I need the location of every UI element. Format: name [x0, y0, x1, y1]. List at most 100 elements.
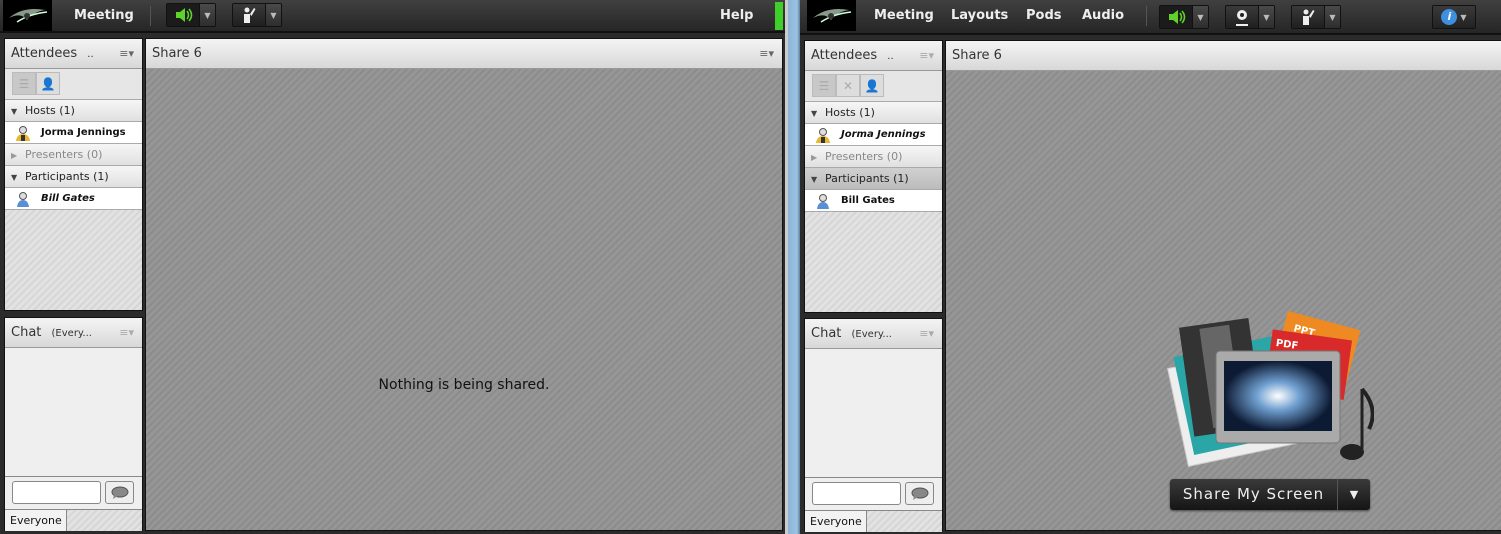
menu-pods[interactable]: Pods [1026, 0, 1062, 31]
attendee-row[interactable]: Bill Gates [805, 190, 942, 212]
raise-hand-icon[interactable] [233, 4, 265, 26]
pod-menu-icon[interactable]: ≡▾ [919, 41, 934, 70]
detail-view-icon[interactable]: 👤 [860, 74, 884, 97]
chat-messages [5, 349, 142, 477]
chevron-down-icon[interactable]: ▼ [1338, 479, 1370, 510]
pod-title: Attendees [811, 48, 878, 63]
share-my-screen-label[interactable]: Share My Screen [1170, 479, 1338, 510]
app-logo [3, 0, 52, 31]
chat-messages [805, 350, 942, 478]
section-label: Presenters (0) [825, 150, 903, 163]
expand-view-icon[interactable]: ✕ [836, 74, 860, 97]
collapse-triangle-icon: ▶ [11, 151, 18, 160]
app-logo [807, 0, 856, 31]
attendee-row[interactable]: Jorma Jennings [5, 122, 142, 144]
raise-hand-icon[interactable] [1292, 6, 1324, 28]
section-hosts[interactable]: ▼ Hosts (1) [5, 100, 142, 122]
webcam-button[interactable]: ▼ [1225, 5, 1275, 29]
speaker-button[interactable]: ▼ [166, 3, 216, 27]
expand-triangle-icon: ▼ [811, 175, 818, 184]
view-toggle-bar: ☰ ✕ 👤 [805, 71, 942, 102]
section-hosts[interactable]: ▼ Hosts (1) [805, 102, 942, 124]
chevron-down-icon[interactable]: ▼ [265, 4, 281, 26]
pod-header: Share 6 ≡▾ [146, 39, 782, 69]
host-icon [15, 125, 31, 141]
detail-view-icon[interactable]: 👤 [36, 72, 60, 95]
chevron-down-icon[interactable]: ▼ [1192, 6, 1208, 28]
speaker-button[interactable]: ▼ [1159, 5, 1209, 29]
chat-tab-bar [67, 509, 142, 531]
chat-scope: (Every... [51, 328, 92, 339]
section-label: Hosts (1) [25, 104, 75, 117]
chat-pod: Chat (Every... ≡▾ Everyone [804, 318, 943, 532]
pod-title: Chat [11, 325, 42, 340]
top-menu-bar: Meeting Layouts Pods Audio ▼ ▼ ▼ i ▼ [800, 0, 1501, 35]
participant-icon [15, 191, 31, 207]
top-menu-bar: Meeting ▼ ▼ Help [0, 0, 785, 33]
view-toggle-bar: ☰ 👤 [5, 69, 142, 100]
share-my-screen-button[interactable]: Share My Screen ▼ [1170, 479, 1370, 510]
attendee-list-empty [805, 212, 942, 312]
menu-layouts[interactable]: Layouts [951, 0, 1008, 31]
pod-header: Attendees .. ≡▾ [5, 39, 142, 69]
section-label: Participants (1) [825, 172, 909, 185]
speaker-on-icon[interactable] [167, 4, 199, 26]
menu-help[interactable]: Help [720, 0, 753, 31]
section-presenters[interactable]: ▶ Presenters (0) [5, 144, 142, 166]
chat-input[interactable] [12, 481, 101, 504]
send-message-button[interactable] [905, 482, 934, 505]
pod-header: Chat (Every... ≡▾ [5, 318, 142, 348]
section-participants[interactable]: ▼ Participants (1) [5, 166, 142, 188]
pod-header: Attendees .. ≡▾ [805, 41, 942, 71]
chat-tab-everyone[interactable]: Everyone [5, 509, 67, 531]
chevron-down-icon[interactable]: ▼ [1258, 6, 1274, 28]
chat-input[interactable] [812, 482, 901, 505]
attendee-name: Bill Gates [841, 195, 895, 206]
webcam-icon[interactable] [1226, 6, 1258, 28]
attendee-name: Jorma Jennings [41, 127, 126, 138]
chat-tab-everyone[interactable]: Everyone [805, 510, 867, 532]
section-presenters[interactable]: ▶ Presenters (0) [805, 146, 942, 168]
attendee-name: Jorma Jennings [841, 129, 926, 140]
collapse-triangle-icon: ▶ [811, 153, 818, 162]
pod-menu-icon[interactable]: ≡▾ [119, 318, 134, 347]
pod-title: Chat [811, 326, 842, 341]
share-pod: Share 6 PPT PDF Share My Screen ▼ [945, 40, 1501, 531]
info-button[interactable]: i ▼ [1432, 5, 1476, 29]
info-icon[interactable]: i ▼ [1433, 6, 1475, 28]
pod-menu-icon[interactable]: ≡▾ [119, 39, 134, 68]
chat-scope: (Every... [851, 329, 892, 340]
send-message-button[interactable] [105, 481, 134, 504]
chat-pod: Chat (Every... ≡▾ Everyone [4, 317, 143, 531]
participant-icon [815, 193, 831, 209]
list-view-icon[interactable]: ☰ [12, 72, 36, 95]
section-participants[interactable]: ▼ Participants (1) [805, 168, 942, 190]
meeting-window-right: Meeting Layouts Pods Audio ▼ ▼ ▼ i ▼ Atte… [800, 0, 1501, 534]
pod-title: Share 6 [152, 46, 202, 61]
attendees-pod: Attendees .. ≡▾ ☰ ✕ 👤 ▼ Hosts (1) Jorma J… [804, 40, 943, 313]
speaker-on-icon[interactable] [1160, 6, 1192, 28]
list-view-icon[interactable]: ☰ [812, 74, 836, 97]
chevron-down-icon[interactable]: ▼ [1324, 6, 1340, 28]
raise-hand-button[interactable]: ▼ [1291, 5, 1341, 29]
share-status: Nothing is being shared. [378, 377, 550, 393]
attendee-list-empty [5, 210, 142, 310]
expand-triangle-icon: ▼ [811, 109, 818, 118]
menu-meeting[interactable]: Meeting [874, 0, 934, 31]
raise-hand-button[interactable]: ▼ [232, 3, 282, 27]
menu-meeting[interactable]: Meeting [74, 0, 134, 31]
chevron-down-icon[interactable]: ▼ [199, 4, 215, 26]
menu-audio[interactable]: Audio [1082, 0, 1124, 31]
speech-bubble-icon [910, 487, 930, 501]
pod-menu-icon[interactable]: ≡▾ [919, 319, 934, 348]
pod-header: Share 6 [946, 41, 1501, 71]
expand-triangle-icon: ▼ [11, 173, 18, 182]
section-label: Participants (1) [25, 170, 109, 183]
pod-title: Share 6 [952, 48, 1002, 63]
section-label: Hosts (1) [825, 106, 875, 119]
pod-menu-icon[interactable]: ≡▾ [759, 39, 774, 68]
share-content-illustration: PPT PDF [1167, 310, 1374, 467]
attendee-row[interactable]: Bill Gates [5, 188, 142, 210]
attendee-row[interactable]: Jorma Jennings [805, 124, 942, 146]
pod-header: Chat (Every... ≡▾ [805, 319, 942, 349]
